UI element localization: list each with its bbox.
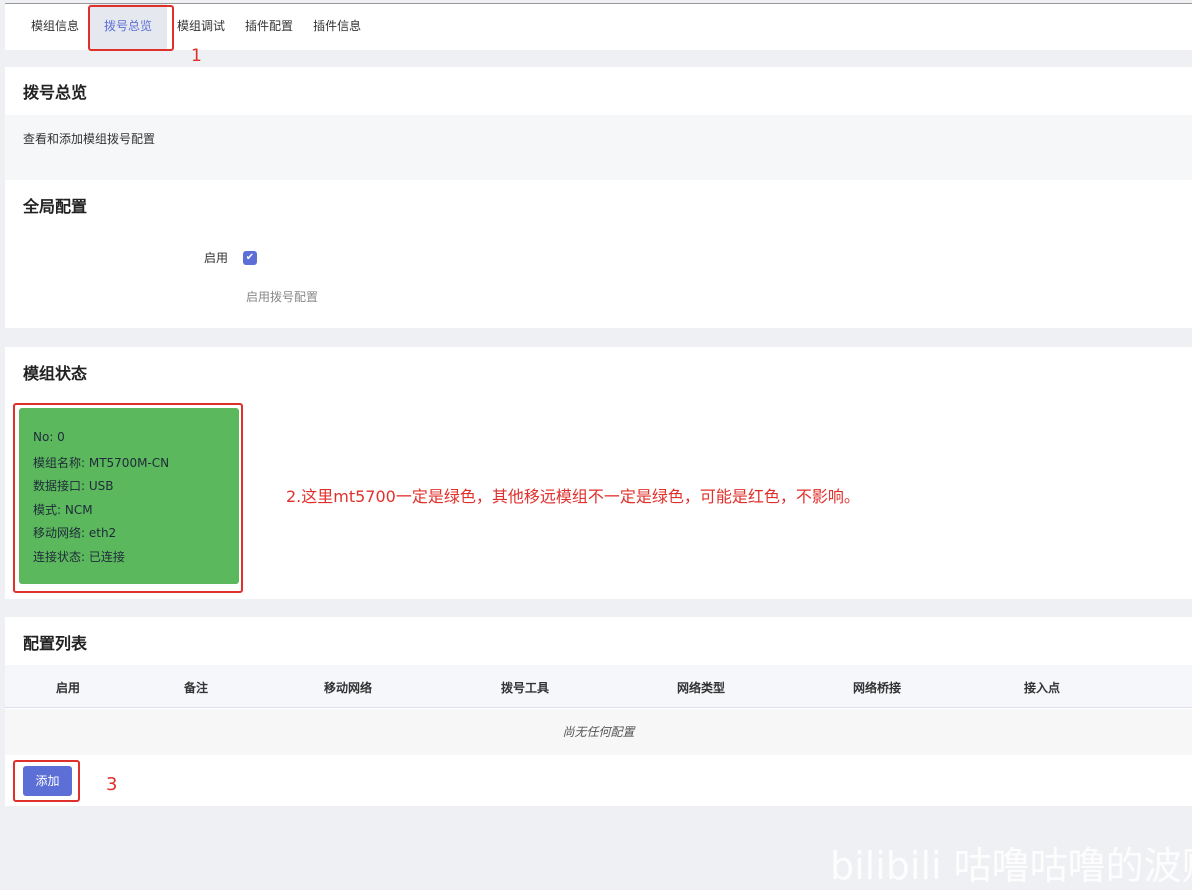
col-network: 移动网络 xyxy=(323,681,373,695)
enable-label: 启用 xyxy=(204,251,229,265)
global-config-title: 全局配置 xyxy=(23,197,88,216)
tab-bar: 模组信息 拨号总览 模组调试 插件配置 插件信息 xyxy=(5,4,1192,50)
tab-plugin-config[interactable]: 插件配置 xyxy=(235,4,303,50)
col-dial-tool: 拨号工具 xyxy=(500,681,550,695)
annotation-box-2 xyxy=(13,403,243,593)
annotation-box-3 xyxy=(13,760,80,802)
enable-hint: 启用拨号配置 xyxy=(246,290,319,304)
annotation-1: 1 xyxy=(191,46,202,66)
module-status-title: 模组状态 xyxy=(23,364,88,383)
col-remark: 备注 xyxy=(183,681,209,695)
header-panel: 拨号总览 xyxy=(5,67,1192,115)
col-bridge: 网络桥接 xyxy=(852,681,902,695)
enable-checkbox[interactable]: ✔ xyxy=(243,251,257,265)
page-description: 查看和添加模组拨号配置 xyxy=(5,115,1192,180)
watermark: bilibili 咕噜咕噜的波贩 xyxy=(830,844,1192,888)
empty-row: 尚无任何配置 xyxy=(5,709,1192,755)
col-apn: 接入点 xyxy=(1023,681,1061,695)
description-text: 查看和添加模组拨号配置 xyxy=(23,132,156,146)
annotation-2: 2.这里mt5700一定是绿色，其他移远模组不一定是绿色，可能是红色，不影响。 xyxy=(286,487,860,506)
annotation-box-1 xyxy=(88,5,174,51)
config-list-title: 配置列表 xyxy=(23,634,88,653)
page-title: 拨号总览 xyxy=(23,83,88,102)
col-enable: 启用 xyxy=(55,681,81,695)
col-net-type: 网络类型 xyxy=(676,681,726,695)
global-config-panel: 全局配置 启用 启用拨号配置 xyxy=(5,180,1192,328)
annotation-3: 3 xyxy=(106,774,118,795)
tab-module-info[interactable]: 模组信息 xyxy=(21,4,89,50)
tab-plugin-info[interactable]: 插件信息 xyxy=(303,4,371,50)
tab-module-debug[interactable]: 模组调试 xyxy=(167,4,235,50)
table-header: 启用 备注 移动网络 拨号工具 网络类型 网络桥接 接入点 xyxy=(5,665,1192,708)
